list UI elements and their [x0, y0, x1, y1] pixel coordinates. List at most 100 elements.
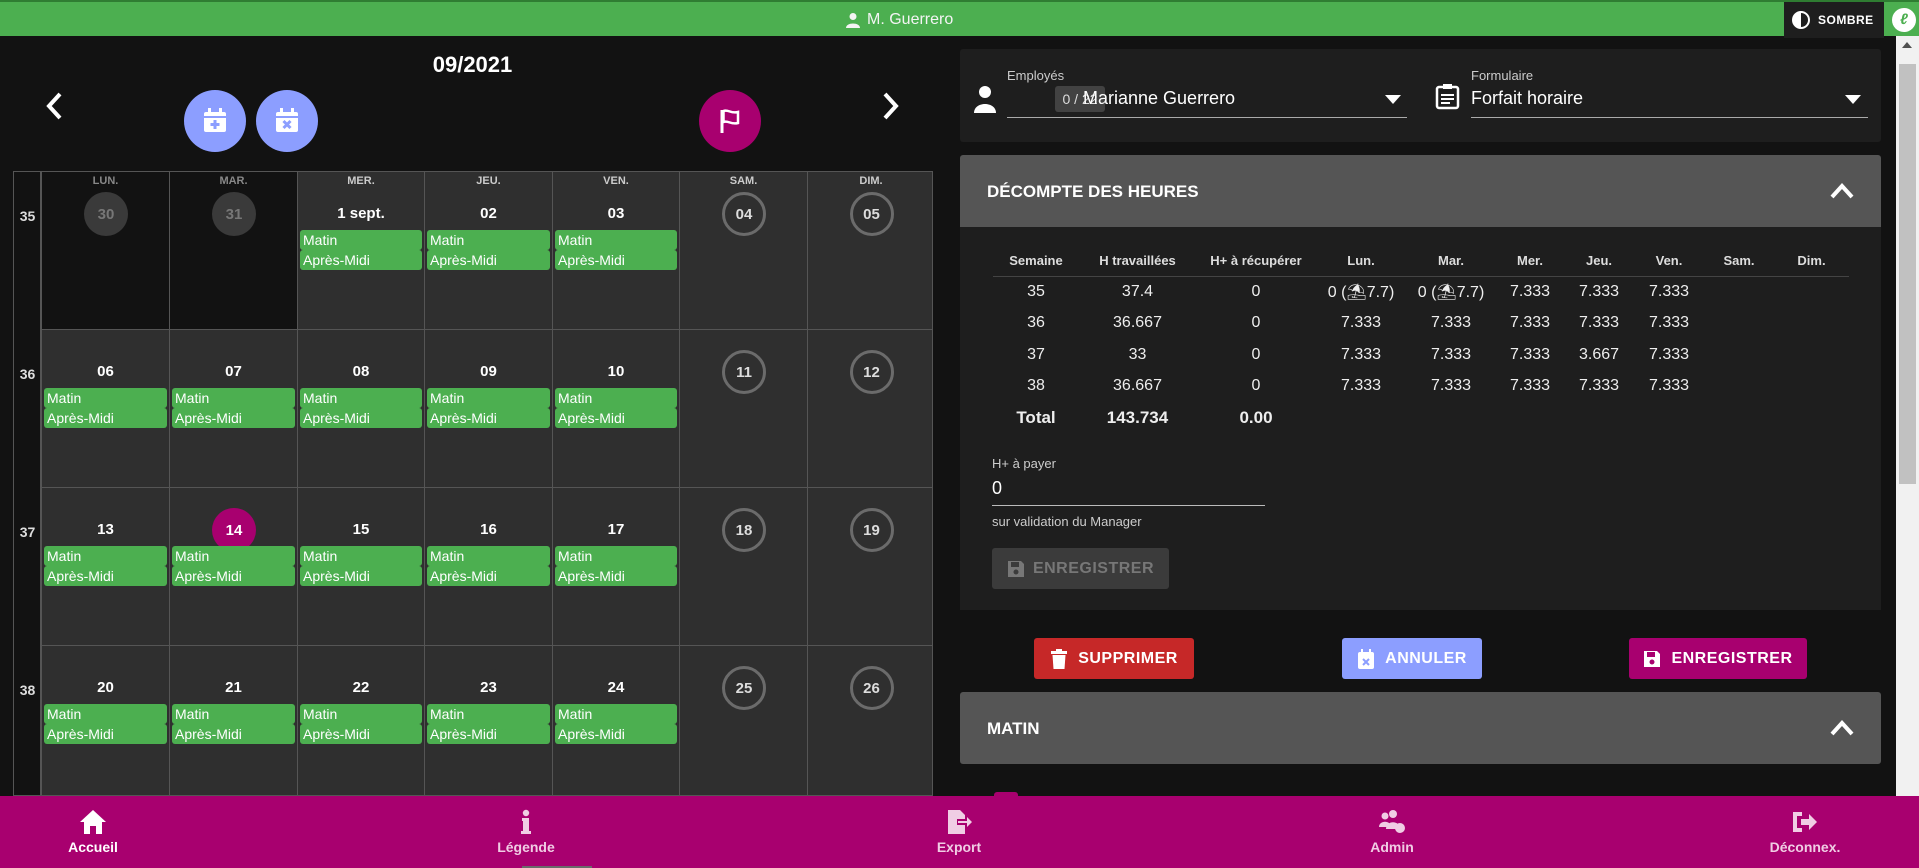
calendar-day-cell[interactable]: 11: [679, 330, 807, 488]
morning-slot[interactable]: Matin: [300, 704, 422, 724]
afternoon-slot[interactable]: Après-Midi: [300, 408, 422, 428]
calendar-day-cell[interactable]: 10 Matin Après-Midi: [552, 330, 679, 488]
morning-slot[interactable]: Matin: [44, 546, 167, 566]
theme-toggle-button[interactable]: SOMBRE: [1784, 2, 1884, 38]
calendar-day-cell[interactable]: 08 Matin Après-Midi: [297, 330, 424, 488]
calendar-day-cell[interactable]: JEU. 02 Matin Après-Midi: [424, 172, 552, 330]
next-month-button[interactable]: [872, 88, 908, 124]
afternoon-slot[interactable]: Après-Midi: [555, 724, 677, 744]
calendar-day-cell[interactable]: MER. 1 sept. Matin Après-Midi: [297, 172, 424, 330]
calendar-day-cell[interactable]: 22 Matin Après-Midi: [297, 646, 424, 795]
calendar-day-cell[interactable]: VEN. 03 Matin Après-Midi: [552, 172, 679, 330]
cancel-button[interactable]: ANNULER: [1342, 638, 1482, 679]
day-number: 02: [480, 205, 497, 222]
form-label: Formulaire: [1471, 68, 1534, 83]
afternoon-slot[interactable]: Après-Midi: [427, 724, 550, 744]
afternoon-slot[interactable]: Après-Midi: [44, 408, 167, 428]
calendar-day-cell[interactable]: 14 Matin Après-Midi: [169, 488, 297, 646]
morning-slot[interactable]: Matin: [555, 230, 677, 250]
calendar-day-cell[interactable]: 06 Matin Après-Midi: [41, 330, 169, 488]
column-header: Dim.: [1774, 246, 1849, 277]
hours-cell: 36.667: [1113, 377, 1162, 395]
morning-slot[interactable]: Matin: [300, 388, 422, 408]
morning-slot[interactable]: Matin: [300, 546, 422, 566]
calendar-day-cell[interactable]: 17 Matin Après-Midi: [552, 488, 679, 646]
morning-slot[interactable]: Matin: [555, 704, 677, 724]
calendar-day-cell[interactable]: 12: [807, 330, 932, 488]
afternoon-slot[interactable]: Après-Midi: [427, 250, 550, 270]
scrollbar-thumb[interactable]: [1899, 64, 1916, 484]
calendar-day-cell[interactable]: 19: [807, 488, 932, 646]
day-number: 13: [97, 521, 114, 538]
morning-slot[interactable]: Matin: [172, 704, 295, 724]
afternoon-slot[interactable]: Après-Midi: [300, 566, 422, 586]
morning-slot[interactable]: Matin: [555, 388, 677, 408]
previous-month-button[interactable]: [37, 88, 73, 124]
calendar-day-cell[interactable]: 16 Matin Après-Midi: [424, 488, 552, 646]
calendar-day-cell[interactable]: MAR. 31: [169, 172, 297, 330]
calendar-day-cell[interactable]: 21 Matin Après-Midi: [169, 646, 297, 795]
afternoon-slot[interactable]: Après-Midi: [555, 408, 677, 428]
morning-slot[interactable]: Matin: [172, 546, 295, 566]
calendar-day-cell[interactable]: 18: [679, 488, 807, 646]
morning-slot[interactable]: Matin: [44, 388, 167, 408]
hplus-pay-input[interactable]: 0: [992, 478, 1002, 499]
afternoon-slot[interactable]: Après-Midi: [172, 408, 295, 428]
afternoon-slot[interactable]: Après-Midi: [172, 724, 295, 744]
afternoon-slot[interactable]: Après-Midi: [555, 250, 677, 270]
nav-label: Déconnex.: [1769, 839, 1841, 855]
calendar-day-cell[interactable]: 24 Matin Après-Midi: [552, 646, 679, 795]
hours-cell: 7.333: [1648, 377, 1690, 395]
morning-slot[interactable]: Matin: [44, 704, 167, 724]
calendar-day-cell[interactable]: 13 Matin Après-Midi: [41, 488, 169, 646]
chevron-down-icon[interactable]: [1385, 95, 1401, 104]
flag-button[interactable]: [699, 90, 761, 152]
afternoon-slot[interactable]: Après-Midi: [44, 566, 167, 586]
morning-slot[interactable]: Matin: [427, 388, 550, 408]
calendar-day-cell[interactable]: 09 Matin Après-Midi: [424, 330, 552, 488]
afternoon-slot[interactable]: Après-Midi: [555, 566, 677, 586]
add-event-button[interactable]: [184, 90, 246, 152]
nav-home[interactable]: Accueil: [33, 796, 153, 868]
afternoon-slot[interactable]: Après-Midi: [300, 250, 422, 270]
morning-slot[interactable]: Matin: [427, 704, 550, 724]
nav-export[interactable]: Export: [899, 796, 1019, 868]
morning-slot[interactable]: Matin: [427, 230, 550, 250]
hours-panel-header[interactable]: DÉCOMPTE DES HEURES: [960, 155, 1881, 227]
morning-slot[interactable]: Matin: [555, 546, 677, 566]
calendar-day-cell[interactable]: DIM. 05: [807, 172, 932, 330]
employee-select[interactable]: Marianne Guerrero: [1083, 88, 1235, 109]
nav-logout[interactable]: Déconnex.: [1745, 796, 1865, 868]
morning-slot[interactable]: Matin: [172, 388, 295, 408]
current-user[interactable]: M. Guerrero: [845, 11, 953, 29]
nav-admin[interactable]: Admin: [1332, 796, 1452, 868]
afternoon-slot[interactable]: Après-Midi: [172, 566, 295, 586]
hours-cell: 7.333: [1648, 314, 1690, 332]
chevron-down-icon[interactable]: [1845, 95, 1861, 104]
afternoon-slot[interactable]: Après-Midi: [427, 566, 550, 586]
calendar-day-cell[interactable]: 20 Matin Après-Midi: [41, 646, 169, 795]
calendar-day-cell[interactable]: 26: [807, 646, 932, 795]
nav-legend[interactable]: Légende: [466, 796, 586, 868]
morning-slot[interactable]: Matin: [427, 546, 550, 566]
delete-button[interactable]: SUPPRIMER: [1034, 638, 1194, 679]
calendar-day-cell[interactable]: 23 Matin Après-Midi: [424, 646, 552, 795]
form-select[interactable]: Forfait horaire: [1471, 88, 1583, 109]
calendar-day-cell[interactable]: 25: [679, 646, 807, 795]
calendar-day-cell[interactable]: SAM. 04: [679, 172, 807, 330]
afternoon-slot[interactable]: Après-Midi: [300, 724, 422, 744]
hours-cell: 0: [1251, 377, 1261, 395]
hours-cell: 7.333: [1509, 314, 1551, 332]
save-button[interactable]: ENREGISTRER: [1629, 638, 1807, 679]
calendar-day-cell[interactable]: LUN. 30: [41, 172, 169, 330]
week-number-column: 35 36 37 38: [14, 172, 41, 795]
calendar-day-cell[interactable]: 15 Matin Après-Midi: [297, 488, 424, 646]
afternoon-slot[interactable]: Après-Midi: [44, 724, 167, 744]
morning-panel-header[interactable]: MATIN: [960, 692, 1881, 764]
calendar-day-cell[interactable]: 07 Matin Après-Midi: [169, 330, 297, 488]
morning-slot[interactable]: Matin: [300, 230, 422, 250]
afternoon-slot[interactable]: Après-Midi: [427, 408, 550, 428]
scroll-up-arrow[interactable]: [1902, 42, 1912, 48]
remove-event-button[interactable]: [256, 90, 318, 152]
hours-save-button[interactable]: ENREGISTRER: [992, 548, 1169, 589]
